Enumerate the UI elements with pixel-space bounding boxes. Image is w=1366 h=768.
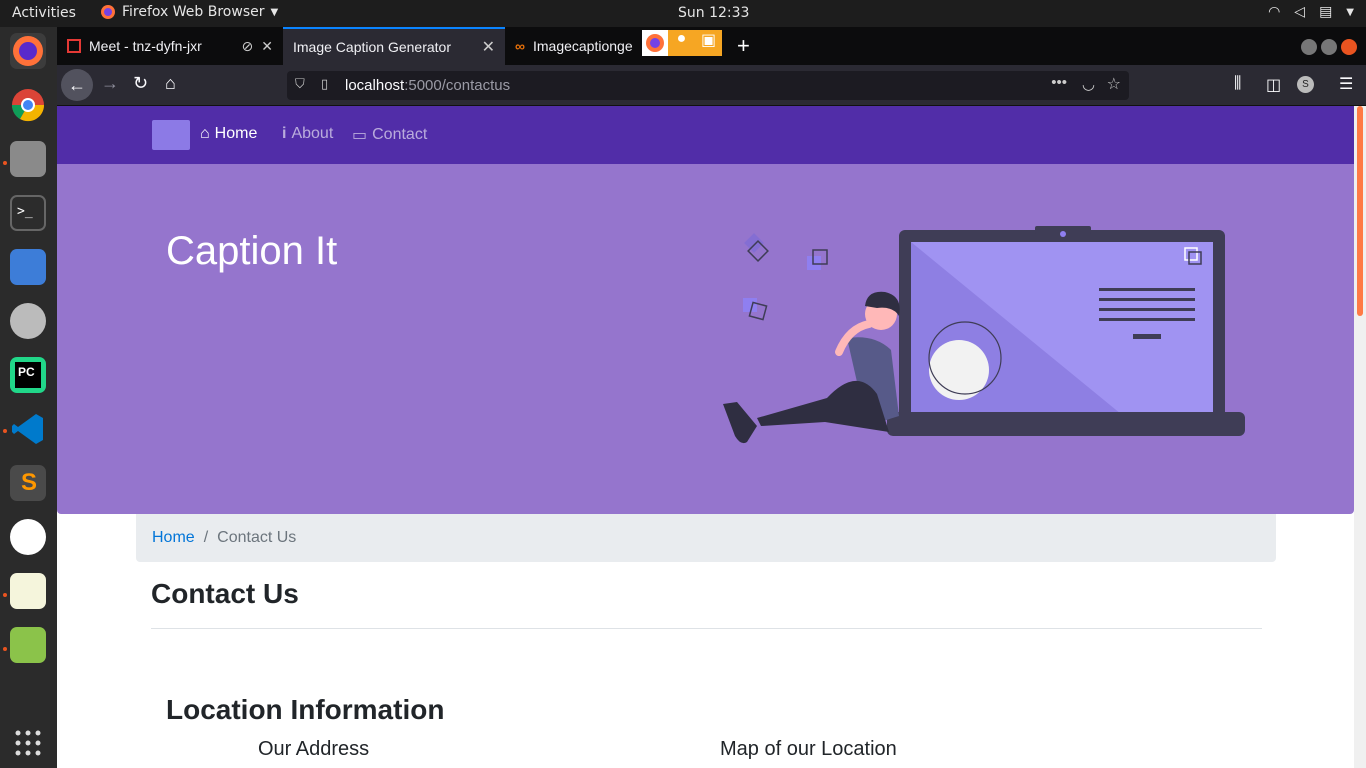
screen-share-icon: ▣ [700, 32, 717, 49]
breadcrumb-home-link[interactable]: Home [152, 529, 195, 547]
firefox-icon [101, 5, 115, 19]
minimize-icon[interactable] [1301, 39, 1317, 55]
chevron-down-icon: ▼ [1346, 6, 1354, 18]
pocket-icon[interactable]: ◡ [1082, 75, 1095, 93]
meet-icon [67, 39, 81, 53]
nav-contact[interactable]: ▭ Contact [352, 125, 427, 145]
hamburger-menu-icon[interactable]: ☰ [1339, 74, 1353, 94]
more-actions-icon[interactable]: ••• [1051, 74, 1067, 91]
breadcrumb: Home / Contact Us [136, 514, 1276, 562]
hero-title: Caption It [166, 229, 338, 273]
colab-icon: ∞ [515, 38, 525, 54]
pycharm-icon[interactable]: PC [10, 357, 46, 393]
system-top-bar: Activities Firefox Web Browser ▼ Sun 12:… [0, 0, 1366, 27]
files-icon[interactable] [10, 141, 46, 177]
illustration-person-laptop [723, 226, 1245, 444]
mute-icon: ⊘ [241, 37, 254, 54]
volume-icon: ◁ [1294, 4, 1306, 20]
page-title: Contact Us [151, 578, 299, 609]
breadcrumb-current: Contact Us [217, 529, 297, 546]
firefox-icon [642, 30, 668, 56]
map-heading: Map of our Location [720, 738, 897, 760]
close-icon[interactable] [1341, 39, 1357, 55]
hero-jumbotron: Caption It [57, 164, 1354, 514]
app-menu[interactable]: Firefox Web Browser ▼ [100, 4, 278, 20]
page-icon: ▯ [321, 76, 329, 91]
navigation-toolbar: ← → ↻ ⌂ ⛉ ▯ localhost:5000/contactus •••… [57, 65, 1366, 106]
sublime-icon[interactable]: S [10, 465, 46, 501]
close-icon[interactable]: ✕ [482, 37, 495, 57]
tab-image-caption-generator[interactable]: Image Caption Generator ✕ [283, 27, 505, 65]
profile-avatar[interactable]: S [1297, 76, 1314, 93]
window-controls [1301, 39, 1357, 55]
nav-about[interactable]: i About [282, 125, 333, 143]
reload-button[interactable]: ↻ [133, 73, 148, 94]
tab-label: Meet - tnz-dyfn-jxr [89, 38, 202, 54]
dock: >_ PC S [0, 27, 57, 768]
microphone-icon: ● [676, 30, 687, 47]
sidebar-icon[interactable]: ◫ [1266, 75, 1281, 95]
breadcrumb-separator: / [203, 529, 209, 546]
tab-imagecaption[interactable]: ∞ Imagecaptionge [505, 27, 645, 65]
page-scrollbar[interactable] [1354, 106, 1366, 768]
address-card-icon: ▭ [352, 127, 368, 144]
location-title: Location Information [166, 694, 445, 725]
system-monitor-icon[interactable] [10, 627, 46, 663]
new-tab-button[interactable]: + [737, 33, 750, 59]
maximize-icon[interactable] [1321, 39, 1337, 55]
divider [151, 628, 1262, 629]
system-tray[interactable]: ◠ ◁ ▤ ▼ [1268, 4, 1354, 20]
site-logo[interactable] [152, 120, 190, 150]
terminal-icon[interactable]: >_ [10, 195, 46, 231]
rhythmbox-icon[interactable] [10, 303, 46, 339]
url-text: localhost:5000/contactus [345, 77, 511, 94]
nav-home[interactable]: ⌂ Home [200, 125, 257, 143]
scrollbar-thumb[interactable] [1357, 106, 1363, 316]
firefox-icon[interactable] [10, 33, 46, 69]
app-menu-label: Firefox Web Browser [122, 4, 265, 20]
bookmark-star-icon[interactable]: ☆ [1107, 74, 1121, 94]
info-icon: i [282, 125, 287, 142]
close-icon[interactable]: ✕ [261, 38, 273, 55]
shield-icon[interactable]: ⛉ [295, 76, 305, 92]
site-navbar: ⌂ Home i About ▭ Contact [57, 106, 1354, 164]
apps-grid-icon[interactable] [10, 725, 46, 761]
text-editor-icon[interactable] [10, 573, 46, 609]
clock[interactable]: Sun 12:33 [678, 5, 749, 21]
activities-button[interactable]: Activities [12, 5, 76, 21]
home-icon: ⌂ [200, 125, 210, 142]
chevron-down-icon: ▼ [270, 6, 279, 18]
sharing-indicator[interactable]: ● ▣ [642, 30, 722, 56]
android-studio-icon[interactable] [10, 519, 46, 555]
clipboard-icon: ▤ [1319, 4, 1333, 20]
vscode-icon[interactable] [10, 411, 46, 447]
page-viewport: ⌂ Home i About ▭ Contact Caption It Home… [57, 106, 1354, 768]
library-icon[interactable]: ⫼ [1234, 75, 1241, 93]
image-viewer-icon[interactable] [10, 249, 46, 285]
address-heading: Our Address [258, 738, 370, 760]
url-bar[interactable]: ⛉ ▯ localhost:5000/contactus ••• ◡ ☆ [287, 71, 1129, 100]
forward-button[interactable]: → [101, 73, 119, 94]
tab-label: Image Caption Generator [293, 39, 451, 55]
tab-meet[interactable]: Meet - tnz-dyfn-jxr ⊘ ✕ [57, 27, 283, 65]
chrome-icon[interactable] [10, 87, 46, 123]
tab-label: Imagecaptionge [532, 38, 633, 54]
back-button[interactable]: ← [61, 69, 93, 101]
tab-bar: Meet - tnz-dyfn-jxr ⊘ ✕ Image Caption Ge… [57, 27, 1366, 65]
wifi-icon: ◠ [1268, 4, 1281, 20]
home-button[interactable]: ⌂ [165, 73, 176, 94]
